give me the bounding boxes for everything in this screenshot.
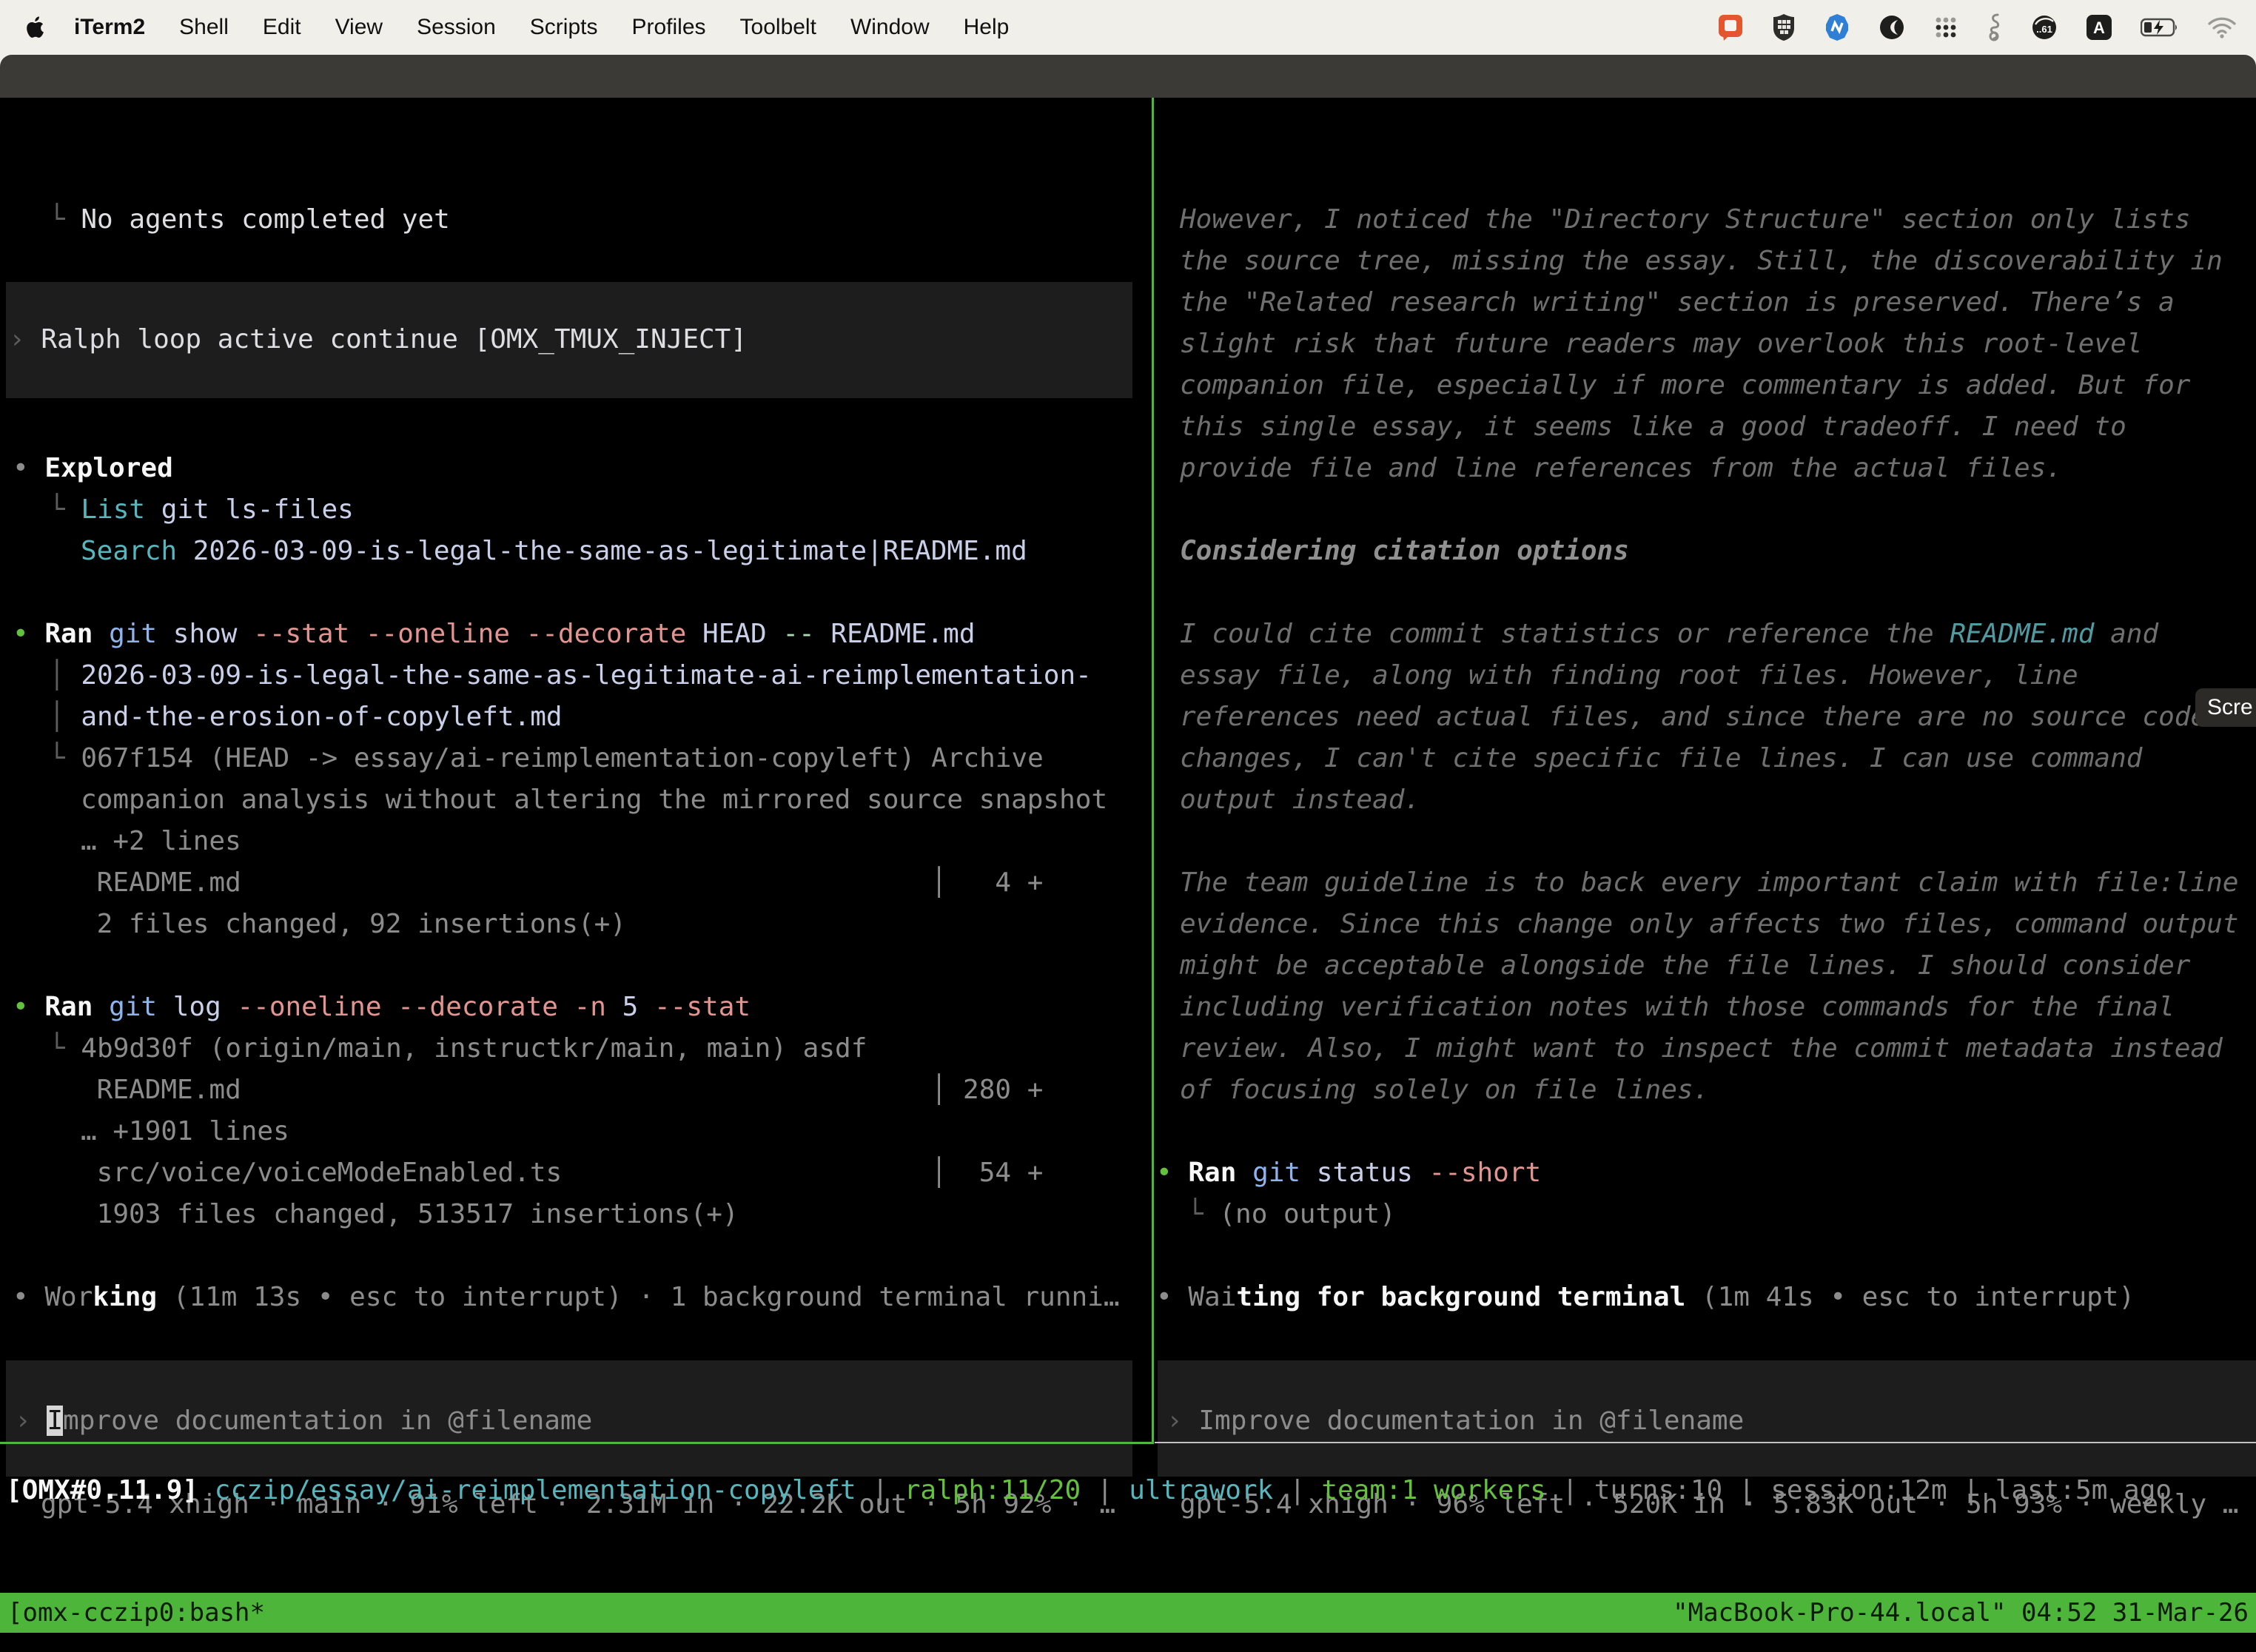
terminal-line: README.md │ 4 + <box>81 862 1043 904</box>
pane-divider-vertical[interactable] <box>1152 98 1154 1444</box>
terminal-line: └ (no output) <box>1187 1194 1396 1235</box>
terminal-line: … +2 lines <box>81 821 241 862</box>
terminal-line: slight risk that future readers may over… <box>1180 323 2142 365</box>
pane-border-inactive <box>1155 1442 2256 1443</box>
chat-app-icon[interactable] <box>1717 13 1744 41</box>
terminal-line: companion file, especially if more comme… <box>1180 365 2190 406</box>
tmux-pane-left[interactable]: └ No agents completed yet › Ralph loop ac… <box>0 98 1152 1442</box>
dark-circle-icon[interactable] <box>1879 14 1905 41</box>
svg-text:A: A <box>2093 19 2105 37</box>
wifi-icon[interactable] <box>2207 16 2237 38</box>
menu-bar: iTerm2 Shell Edit View Session Scripts Profile… <box>0 0 2256 55</box>
menu-session[interactable]: Session <box>417 15 496 40</box>
terminal-line: • Explored <box>13 448 173 489</box>
terminal-line: │ and-the-erosion-of-copyleft.md <box>49 696 563 738</box>
terminal-line: evidence. Since this change only affects… <box>1180 904 2238 945</box>
menu-edit[interactable]: Edit <box>263 15 301 40</box>
terminal-line: • Ran git status --short <box>1156 1152 1541 1194</box>
pane-border-active <box>0 1442 1152 1444</box>
window-title-bar[interactable] <box>0 55 2256 98</box>
menu-window[interactable]: Window <box>850 15 930 40</box>
terminal-line: › Ralph loop active continue [OMX_TMUX_I… <box>9 319 747 360</box>
input-source-icon[interactable]: A <box>2086 14 2112 41</box>
terminal-line: output instead. <box>1180 779 1420 821</box>
menu-profiles[interactable]: Profiles <box>631 15 705 40</box>
terminal-line: └ 4b9d30f (origin/main, instructkr/main,… <box>49 1028 867 1070</box>
terminal-line: └ 067f154 (HEAD -> essay/ai-reimplementa… <box>49 738 1044 779</box>
terminal-line: [OMX#0.11.9] cczip/essay/ai-reimplementa… <box>6 1470 2172 1511</box>
tmux-status-bar: [omx-cczip0:bash* "MacBook-Pro-44.local"… <box>0 1593 2256 1633</box>
terminal-line: the source tree, missing the essay. Stil… <box>1180 241 2223 282</box>
dot-grid-icon[interactable] <box>1933 15 1958 40</box>
shield-grid-icon[interactable] <box>1772 13 1796 41</box>
blue-badge-icon[interactable] <box>1824 13 1850 41</box>
terminal-line: provide file and line references from th… <box>1180 448 2062 489</box>
terminal-line: I could cite commit statistics or refere… <box>1180 614 2158 655</box>
menu-help[interactable]: Help <box>964 15 1010 40</box>
terminal-line: • Ran git show --stat --oneline --decora… <box>13 614 976 655</box>
terminal-line: … +1901 lines <box>81 1111 289 1152</box>
terminal-line: 2 files changed, 92 insertions(+) <box>81 904 626 945</box>
terminal-line: │ 2026-03-09-is-legal-the-same-as-legiti… <box>49 655 1092 696</box>
terminal-line: › Improve documentation in @filename <box>1166 1400 1744 1442</box>
terminal-line: src/voice/voiceModeEnabled.ts │ 54 + <box>81 1152 1043 1194</box>
menu-app-name[interactable]: iTerm2 <box>74 15 145 40</box>
terminal-line: └ List git ls-files <box>49 489 354 531</box>
terminal-line: README.md │ 280 + <box>81 1070 1043 1111</box>
terminal-content: └ No agents completed yet › Ralph loop ac… <box>0 98 2256 1652</box>
terminal-line: essay file, along with finding root file… <box>1180 655 2078 696</box>
menu-view[interactable]: View <box>335 15 383 40</box>
squiggle-icon[interactable] <box>1987 13 2003 41</box>
tmux-pane-right[interactable]: However, I noticed the "Directory Struct… <box>1155 98 2256 1442</box>
omx-status-line: [OMX#0.11.9] cczip/essay/ai-reimplementa… <box>0 1470 2256 1511</box>
menu-status-icons: ..61 A <box>1717 13 2237 41</box>
terminal-line: • Working (11m 13s • esc to interrupt) ·… <box>13 1277 1120 1318</box>
terminal-line: companion analysis without altering the … <box>81 779 1107 821</box>
menu-shell[interactable]: Shell <box>179 15 229 40</box>
menu-items: iTerm2 Shell Edit View Session Scripts Profile… <box>74 15 1009 40</box>
percent-badge-text: ..61 <box>2036 24 2052 35</box>
terminal-line: Considering citation options <box>1180 531 1629 572</box>
terminal-line: review. Also, I might want to inspect th… <box>1180 1028 2223 1070</box>
terminal-line: › Improve documentation in @filename <box>15 1400 592 1442</box>
terminal-line: However, I noticed the "Directory Struct… <box>1180 199 2190 241</box>
terminal-line: The team guideline is to back every impo… <box>1180 862 2238 904</box>
terminal-line: 1903 files changed, 513517 insertions(+) <box>81 1194 739 1235</box>
percent-badge-icon[interactable]: ..61 <box>2031 14 2058 41</box>
terminal-line: └ No agents completed yet <box>49 199 450 241</box>
tmux-session-name: [omx-cczip0:bash* <box>7 1598 265 1628</box>
terminal-line: changes, I can't cite specific file line… <box>1180 738 2142 779</box>
terminal-line: might be acceptable alongside the file l… <box>1180 945 2190 987</box>
terminal-line: the "Related research writing" section i… <box>1180 282 2175 323</box>
battery-icon[interactable] <box>2141 18 2179 37</box>
terminal-line: including verification notes with those … <box>1180 987 2175 1028</box>
terminal-line: • Waiting for background terminal (1m 41… <box>1156 1277 2135 1318</box>
tmux-host-clock: "MacBook-Pro-44.local" 04:52 31-Mar-26 <box>1673 1598 2249 1628</box>
terminal-line: • Ran git log --oneline --decorate -n 5 … <box>13 987 751 1028</box>
menu-scripts[interactable]: Scripts <box>530 15 598 40</box>
apple-menu-icon[interactable] <box>25 16 44 38</box>
screen-notification-tooltip: Scre <box>2195 688 2256 727</box>
terminal-line: Search 2026-03-09-is-legal-the-same-as-l… <box>81 531 1027 572</box>
terminal-line: of focusing solely on file lines. <box>1180 1070 1709 1111</box>
terminal-line: this single essay, it seems like a good … <box>1180 406 2126 448</box>
terminal-line: references need actual files, and since … <box>1180 696 2206 738</box>
menu-toolbelt[interactable]: Toolbelt <box>740 15 816 40</box>
